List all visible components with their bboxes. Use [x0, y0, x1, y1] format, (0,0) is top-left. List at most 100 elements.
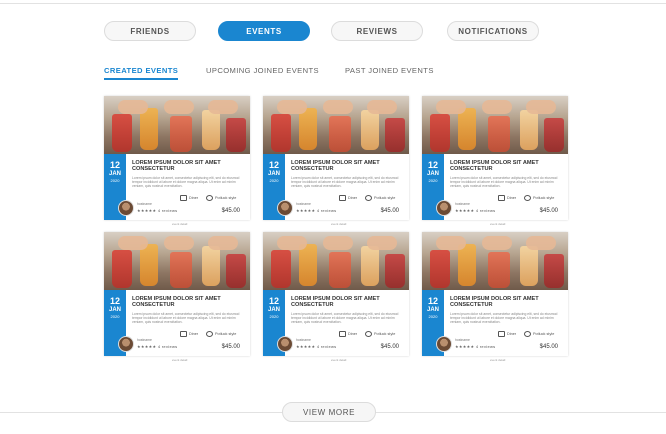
- hand: [208, 100, 238, 114]
- hand: [367, 236, 397, 250]
- view-more-button[interactable]: VIEW MORE: [282, 402, 376, 422]
- card-caption: event detail: [331, 358, 347, 362]
- drink-glass: [544, 118, 564, 152]
- event-month: JAN: [267, 171, 280, 177]
- event-price: $45.00: [539, 344, 558, 350]
- rating-text: 4 reviews: [316, 344, 337, 349]
- event-type: Diner: [498, 195, 516, 201]
- drink-glass: [299, 244, 317, 286]
- drink-glass: [329, 116, 351, 152]
- event-card[interactable]: 12 JAN 2020 LOREM IPSUM DOLOR SIT AMET C…: [104, 96, 250, 220]
- event-card[interactable]: 12 JAN 2020 LOREM IPSUM DOLOR SIT AMET C…: [263, 232, 409, 356]
- host-avatar[interactable]: [118, 336, 134, 352]
- event-price: $45.00: [380, 344, 399, 350]
- event-day: 12: [427, 160, 438, 170]
- event-day: 12: [268, 296, 279, 306]
- drink-glass: [112, 114, 132, 152]
- calendar-icon: [339, 331, 346, 337]
- event-title[interactable]: LOREM IPSUM DOLOR SIT AMET CONSECTETUR: [132, 160, 244, 173]
- drink-glass: [544, 254, 564, 288]
- event-day: 12: [268, 160, 279, 170]
- subtab-created-events[interactable]: CREATED EVENTS: [104, 66, 179, 80]
- event-description: Lorem ipsum dolor sit amet, consectetur …: [450, 176, 558, 188]
- drink-glass: [385, 118, 405, 152]
- drink-glass: [226, 118, 246, 152]
- host-avatar[interactable]: [277, 336, 293, 352]
- host-rating: ★★★★★ 4 reviews: [455, 344, 495, 349]
- subtab-past-joined-events[interactable]: PAST JOINED EVENTS: [345, 66, 434, 75]
- rating-text: 4 reviews: [475, 208, 496, 213]
- event-style: Potluck style: [365, 195, 395, 201]
- host-avatar[interactable]: [118, 200, 134, 216]
- event-title[interactable]: LOREM IPSUM DOLOR SIT AMET CONSECTETUR: [291, 296, 403, 309]
- event-year: 2020: [428, 178, 438, 183]
- event-style: Potluck style: [206, 331, 236, 337]
- host-rating: ★★★★★ 4 reviews: [455, 208, 495, 213]
- event-card[interactable]: 12 JAN 2020 LOREM IPSUM DOLOR SIT AMET C…: [422, 96, 568, 220]
- rating-stars: ★★★★★: [296, 344, 316, 349]
- event-card[interactable]: 12 JAN 2020 LOREM IPSUM DOLOR SIT AMET C…: [422, 232, 568, 356]
- calendar-icon: [339, 195, 346, 201]
- event-title[interactable]: LOREM IPSUM DOLOR SIT AMET CONSECTETUR: [132, 296, 244, 309]
- card-caption: event detail: [172, 358, 188, 362]
- drink-glass: [226, 254, 246, 288]
- search-icon: [365, 331, 372, 337]
- event-style-label: Potluck style: [533, 196, 555, 200]
- tab-reviews[interactable]: REVIEWS: [331, 21, 423, 41]
- event-description: Lorem ipsum dolor sit amet, consectetur …: [132, 312, 240, 324]
- event-title[interactable]: LOREM IPSUM DOLOR SIT AMET CONSECTETUR: [450, 296, 562, 309]
- host-rating: ★★★★★ 4 reviews: [296, 344, 336, 349]
- host-avatar[interactable]: [436, 200, 452, 216]
- card-caption: event detail: [490, 358, 506, 362]
- card-caption: event detail: [331, 222, 347, 226]
- event-day: 12: [109, 296, 120, 306]
- tab-notifications[interactable]: NOTIFICATIONS: [447, 21, 539, 41]
- calendar-icon: [498, 195, 505, 201]
- hand: [436, 236, 466, 250]
- hand: [367, 100, 397, 114]
- event-card[interactable]: 12 JAN 2020 LOREM IPSUM DOLOR SIT AMET C…: [263, 96, 409, 220]
- host-name[interactable]: hostname: [137, 202, 152, 206]
- calendar-icon: [498, 331, 505, 337]
- drink-glass: [361, 110, 379, 150]
- event-year: 2020: [269, 178, 279, 183]
- event-card[interactable]: 12 JAN 2020 LOREM IPSUM DOLOR SIT AMET C…: [104, 232, 250, 356]
- host-name[interactable]: hostname: [455, 202, 470, 206]
- event-title[interactable]: LOREM IPSUM DOLOR SIT AMET CONSECTETUR: [291, 160, 403, 173]
- drink-glass: [140, 244, 158, 286]
- rating-stars: ★★★★★: [455, 208, 475, 213]
- search-icon: [206, 195, 213, 201]
- event-style-label: Potluck style: [374, 332, 396, 336]
- search-icon: [206, 331, 213, 337]
- tab-friends[interactable]: FRIENDS: [104, 21, 196, 41]
- host-avatar[interactable]: [277, 200, 293, 216]
- host-avatar[interactable]: [436, 336, 452, 352]
- drink-glass: [271, 250, 291, 288]
- host-name[interactable]: hostname: [296, 202, 311, 206]
- event-year: 2020: [428, 314, 438, 319]
- host-name[interactable]: hostname: [455, 338, 470, 342]
- hand: [482, 236, 512, 250]
- hand: [436, 100, 466, 114]
- event-price: $45.00: [380, 208, 399, 214]
- calendar-icon: [180, 195, 187, 201]
- drink-glass: [520, 110, 538, 150]
- card-caption: event detail: [490, 222, 506, 226]
- hand: [164, 100, 194, 114]
- tab-events[interactable]: EVENTS: [218, 21, 310, 41]
- host-name[interactable]: hostname: [296, 338, 311, 342]
- event-photo: [263, 232, 409, 290]
- event-style: Potluck style: [524, 331, 554, 337]
- drink-glass: [458, 108, 476, 150]
- search-icon: [524, 195, 531, 201]
- event-type-label: Diner: [189, 196, 199, 200]
- event-description: Lorem ipsum dolor sit amet, consectetur …: [132, 176, 240, 188]
- event-month: JAN: [108, 171, 121, 177]
- drink-glass: [271, 114, 291, 152]
- subtab-upcoming-joined-events[interactable]: UPCOMING JOINED EVENTS: [206, 66, 319, 75]
- host-name[interactable]: hostname: [137, 338, 152, 342]
- event-title[interactable]: LOREM IPSUM DOLOR SIT AMET CONSECTETUR: [450, 160, 562, 173]
- event-day: 12: [427, 296, 438, 306]
- event-style-label: Potluck style: [215, 196, 237, 200]
- event-photo: [422, 232, 568, 290]
